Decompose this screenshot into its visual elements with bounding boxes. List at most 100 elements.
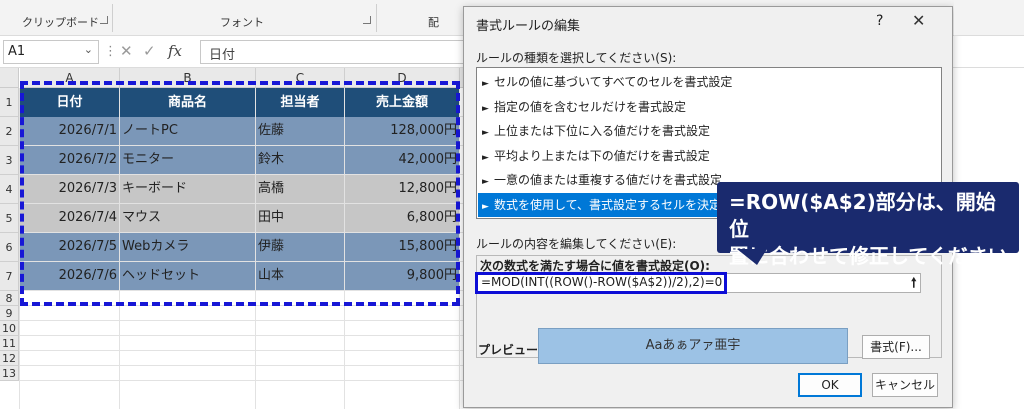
table-cell[interactable]: 伊藤	[256, 233, 344, 261]
row-gridline	[20, 305, 470, 306]
close-icon[interactable]: ✕	[912, 11, 925, 30]
row-header-13[interactable]: 13	[0, 366, 19, 381]
row-gridline	[20, 365, 470, 366]
bullet-arrow-icon: ►	[482, 128, 489, 138]
table-cell[interactable]: 2026/7/3	[20, 175, 119, 203]
rule-type-label: セルの値に基づいてすべてのセルを書式設定	[494, 75, 733, 89]
table-cell[interactable]: 田中	[256, 204, 344, 232]
formula-input[interactable]: 日付	[200, 40, 470, 64]
select-all-corner[interactable]	[0, 68, 19, 88]
more-icon: ⋮	[104, 44, 117, 59]
table-cell[interactable]: 鈴木	[256, 146, 344, 174]
table-header-cell[interactable]: 商品名	[120, 88, 255, 117]
table-cell[interactable]: マウス	[120, 204, 255, 232]
rule-type-label: 数式を使用して、書式設定するセルを決定	[494, 197, 722, 212]
bullet-arrow-icon: ►	[482, 201, 489, 212]
callout-annotation: =ROW($A$2)部分は、開始位 置に合わせて修正してください	[717, 182, 1019, 268]
format-preview: Aaあぁアァ亜宇	[538, 328, 848, 364]
table-cell[interactable]: キーボード	[120, 175, 255, 203]
ribbon-separator	[376, 4, 377, 32]
row-header-12[interactable]: 12	[0, 351, 19, 366]
rule-type-item[interactable]: ► 平均より上または下の値だけを書式設定	[478, 144, 940, 168]
column-header-d[interactable]: D	[345, 68, 460, 88]
row-gridline	[20, 380, 470, 381]
table-cell[interactable]: モニター	[120, 146, 255, 174]
row-header-4[interactable]: 4	[0, 175, 19, 204]
rule-type-label: 上位または下位に入る値だけを書式設定	[494, 124, 711, 138]
bullet-arrow-icon: ►	[482, 152, 489, 163]
table-cell[interactable]: 42,000円	[345, 146, 459, 174]
cancel-button[interactable]: キャンセル	[872, 373, 938, 397]
table-cell[interactable]: 6,800円	[345, 204, 459, 232]
clipboard-group-label: クリップボード	[22, 16, 99, 29]
enter-icon[interactable]: ✓	[143, 42, 156, 60]
column-header-b[interactable]: B	[120, 68, 256, 88]
callout-line-1: =ROW($A$2)部分は、開始位	[729, 190, 996, 241]
formula-highlight-outline	[475, 272, 727, 294]
chevron-down-icon[interactable]: ⌄	[84, 43, 93, 56]
collapse-dialog-icon[interactable]: 🠕	[911, 274, 917, 296]
rule-type-item[interactable]: ► セルの値に基づいてすべてのセルを書式設定	[478, 70, 940, 94]
table-cell[interactable]: 2026/7/4	[20, 204, 119, 232]
bullet-arrow-icon: ►	[482, 79, 489, 89]
rule-type-label: ルールの種類を選択してください(S):	[476, 51, 677, 65]
callout-pointer	[737, 249, 767, 265]
background-ribbon-strip	[954, 0, 1024, 36]
edit-rule-label: ルールの内容を編集してください(E):	[476, 237, 677, 251]
table-cell[interactable]: ヘッドセット	[120, 262, 255, 290]
row-header-5[interactable]: 5	[0, 204, 19, 233]
preview-label: プレビュー:	[478, 343, 543, 357]
table-header-cell[interactable]: 売上金額	[345, 88, 459, 117]
table-header-cell[interactable]: 担当者	[256, 88, 344, 117]
table-cell[interactable]: Webカメラ	[120, 233, 255, 261]
row-header-2[interactable]: 2	[0, 117, 19, 146]
table-cell[interactable]: 2026/7/6	[20, 262, 119, 290]
table-cell[interactable]: 高橋	[256, 175, 344, 203]
row-gridline	[20, 320, 470, 321]
row-header-9[interactable]: 9	[0, 306, 19, 321]
clipboard-dialog-launcher-icon[interactable]	[100, 16, 108, 24]
font-dialog-launcher-icon[interactable]	[363, 16, 371, 24]
table-cell[interactable]: 128,000円	[345, 117, 459, 145]
table-cell[interactable]: 15,800円	[345, 233, 459, 261]
row-header-8[interactable]: 8	[0, 291, 19, 306]
row-header-6[interactable]: 6	[0, 233, 19, 262]
row-header-3[interactable]: 3	[0, 146, 19, 175]
table-cell[interactable]: ノートPC	[120, 117, 255, 145]
rule-type-item[interactable]: ► 上位または下位に入る値だけを書式設定	[478, 119, 940, 143]
row-header-7[interactable]: 7	[0, 262, 19, 291]
column-header-a[interactable]: A	[20, 68, 120, 88]
table-header-cell[interactable]: 日付	[20, 88, 119, 117]
callout-line-2: 置に合わせて修正してください	[729, 244, 1008, 268]
name-box[interactable]: A1 ⌄	[3, 40, 99, 64]
row-header-10[interactable]: 10	[0, 321, 19, 336]
name-box-value: A1	[8, 44, 26, 59]
cancel-icon[interactable]: ✕	[120, 42, 133, 60]
help-icon[interactable]: ?	[876, 13, 883, 29]
dialog-title: 書式ルールの編集	[476, 19, 581, 34]
row-gridline	[20, 350, 470, 351]
table-cell[interactable]: 佐藤	[256, 117, 344, 145]
table-cell[interactable]: 12,800円	[345, 175, 459, 203]
rule-type-label: 指定の値を含むセルだけを書式設定	[494, 99, 687, 114]
rule-type-label: 一意の値または重複する値だけを書式設定	[494, 173, 723, 187]
table-cell[interactable]: 2026/7/2	[20, 146, 119, 174]
table-cell[interactable]: 2026/7/5	[20, 233, 119, 261]
row-gridline	[20, 335, 470, 336]
insert-function-icon[interactable]: fx	[168, 42, 182, 60]
column-header-c[interactable]: C	[256, 68, 345, 88]
ok-button[interactable]: OK	[798, 373, 862, 397]
table-cell[interactable]: 2026/7/1	[20, 117, 119, 145]
rule-type-label: 平均より上または下の値だけを書式設定	[494, 148, 710, 163]
row-header-11[interactable]: 11	[0, 336, 19, 351]
table-cell[interactable]: 9,800円	[345, 262, 459, 290]
rule-type-item[interactable]: ► 指定の値を含むセルだけを書式設定	[478, 95, 940, 119]
bullet-arrow-icon: ►	[482, 103, 489, 114]
ribbon-separator	[112, 4, 113, 32]
row-gridline	[20, 290, 470, 291]
row-header-1[interactable]: 1	[0, 88, 19, 117]
bullet-arrow-icon: ►	[482, 177, 489, 187]
table-cell[interactable]: 山本	[256, 262, 344, 290]
font-group-label: フォント	[220, 16, 264, 29]
format-button[interactable]: 書式(F)...	[862, 335, 930, 359]
